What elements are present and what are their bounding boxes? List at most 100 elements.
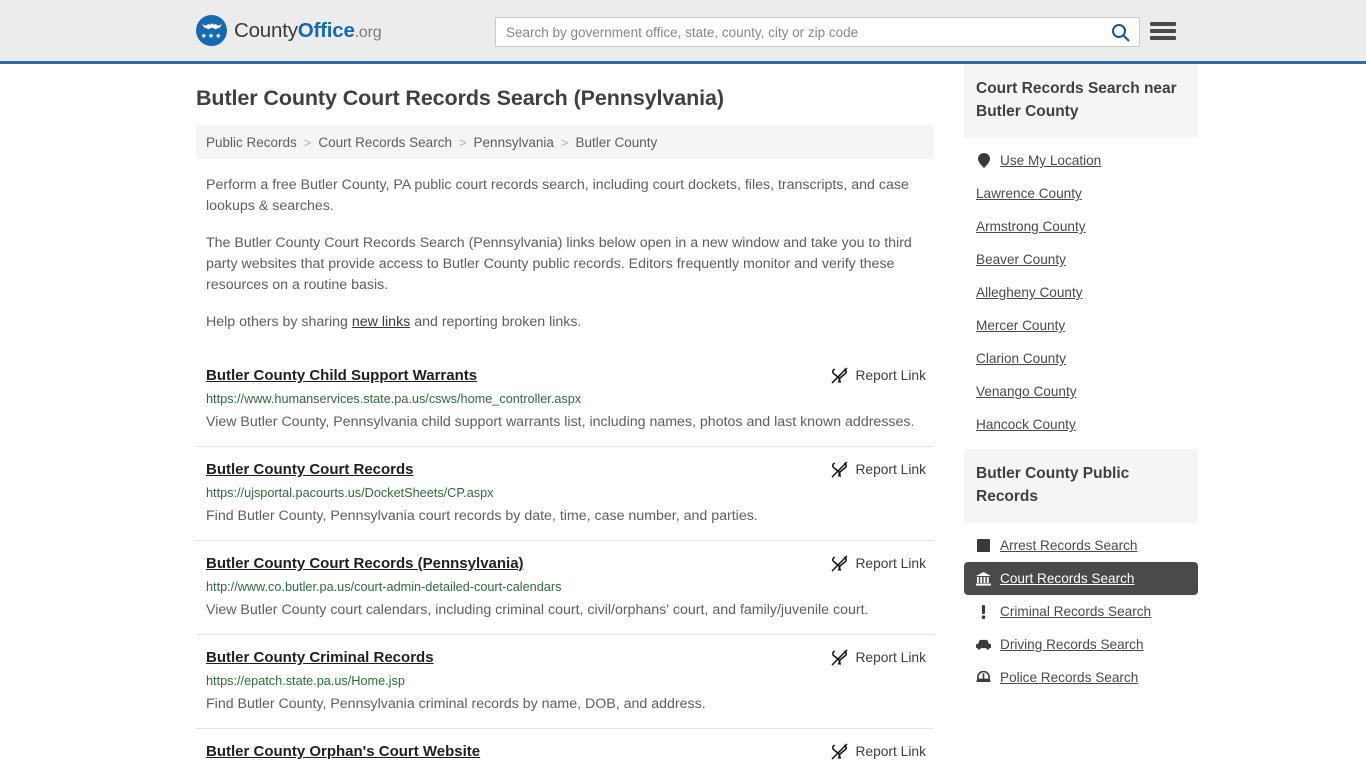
sidebar-item-label: Armstrong County bbox=[976, 219, 1086, 234]
result-description: Find Butler County, Pennsylvania court r… bbox=[206, 508, 758, 524]
brand-part-county: County bbox=[234, 18, 298, 42]
book-icon bbox=[976, 538, 991, 553]
hamburger-bar bbox=[1150, 22, 1176, 26]
sidebar-nearby-venango-county[interactable]: Venango County bbox=[964, 375, 1198, 408]
eagle-glyph bbox=[201, 23, 222, 30]
result-title-link[interactable]: Butler County Criminal Records bbox=[206, 648, 434, 668]
intro-text-after: and reporting broken links. bbox=[410, 314, 582, 330]
result-header: Butler County Criminal Records Report Lin… bbox=[206, 648, 926, 668]
sidebar-item-label: Hancock County bbox=[976, 417, 1076, 432]
sidebar-record-police-records-search[interactable]: Police Records Search bbox=[964, 661, 1198, 694]
brand-wordmark: CountyOffice.org bbox=[234, 18, 382, 43]
report-link-button[interactable]: Report Link bbox=[831, 742, 926, 760]
breadcrumb-separator: > bbox=[303, 134, 312, 150]
site-header: ★★★ CountyOffice.org bbox=[0, 0, 1366, 64]
sidebar-nearby-hancock-county[interactable]: Hancock County bbox=[964, 408, 1198, 441]
exclamation-icon bbox=[976, 604, 991, 619]
report-link-label: Report Link bbox=[855, 368, 926, 383]
result-title-link[interactable]: Butler County Court Records (Pennsylvani… bbox=[206, 554, 524, 574]
new-links-link[interactable]: new links bbox=[352, 314, 410, 330]
breadcrumb-item-4[interactable]: Butler County bbox=[575, 135, 657, 150]
nearby-heading: Court Records Search near Butler County bbox=[964, 64, 1198, 138]
result-url-link[interactable]: http://www.co.butler.pa.us/court-admin-d… bbox=[206, 579, 926, 596]
brand-part-office: Office bbox=[297, 18, 355, 42]
seal-stars: ★★★ bbox=[200, 33, 223, 40]
breadcrumb-item-1[interactable]: Public Records bbox=[206, 135, 297, 150]
nearby-search-block: Court Records Search near Butler County … bbox=[964, 64, 1198, 441]
result-item: Butler County Child Support Warrants Repo… bbox=[196, 353, 934, 446]
hamburger-bar bbox=[1150, 36, 1176, 40]
sidebar-item-label: Court Records Search bbox=[1000, 571, 1135, 586]
breadcrumb: Public Records > Court Records Search > Penn… bbox=[196, 125, 934, 159]
broken-link-icon bbox=[831, 367, 848, 384]
result-header: Butler County Court Records (Pennsylvani… bbox=[206, 554, 926, 574]
hamburger-menu-icon[interactable] bbox=[1150, 20, 1176, 42]
nearby-list: Use My Location Lawrence County Armstrong … bbox=[964, 138, 1198, 441]
result-item: Butler County Orphan's Court Website Repo… bbox=[196, 728, 934, 768]
result-header: Butler County Orphan's Court Website Repo… bbox=[206, 742, 926, 762]
hamburger-bar bbox=[1150, 29, 1176, 33]
result-url-link[interactable]: https://epatch.state.pa.us/Home.jsp bbox=[206, 673, 926, 690]
sidebar-nearby-allegheny-county[interactable]: Allegheny County bbox=[964, 276, 1198, 309]
result-description: View Butler County court calendars, incl… bbox=[206, 602, 869, 618]
report-link-button[interactable]: Report Link bbox=[831, 648, 926, 666]
page-body: Butler County Court Records Search (Penn… bbox=[0, 64, 1366, 768]
map-pin-icon bbox=[976, 153, 991, 168]
result-title-link[interactable]: Butler County Court Records bbox=[206, 460, 414, 480]
result-title-link[interactable]: Butler County Orphan's Court Website bbox=[206, 742, 480, 762]
result-header: Butler County Child Support Warrants Repo… bbox=[206, 366, 926, 386]
result-description: View Butler County, Pennsylvania child s… bbox=[206, 414, 915, 430]
sidebar-nearby-clarion-county[interactable]: Clarion County bbox=[964, 342, 1198, 375]
report-link-label: Report Link bbox=[855, 462, 926, 477]
sidebar: Court Records Search near Butler County … bbox=[964, 64, 1198, 768]
sidebar-nearby-lawrence-county[interactable]: Lawrence County bbox=[964, 177, 1198, 210]
result-title-link[interactable]: Butler County Child Support Warrants bbox=[206, 366, 477, 386]
brand-part-tld: .org bbox=[354, 23, 382, 41]
search-button[interactable] bbox=[1101, 18, 1139, 46]
breadcrumb-item-2[interactable]: Court Records Search bbox=[318, 135, 452, 150]
sidebar-nearby-use-my-location[interactable]: Use My Location bbox=[964, 144, 1198, 177]
result-url-link[interactable]: https://www.humanservices.state.pa.us/cs… bbox=[206, 391, 926, 408]
intro-text-before: Help others by sharing bbox=[206, 314, 352, 330]
sidebar-item-label: Driving Records Search bbox=[1000, 637, 1144, 652]
broken-link-icon bbox=[831, 555, 848, 572]
report-link-label: Report Link bbox=[855, 556, 926, 571]
police-badge-icon bbox=[976, 670, 991, 685]
sidebar-record-arrest-records-search[interactable]: Arrest Records Search bbox=[964, 529, 1198, 562]
sidebar-item-label: Police Records Search bbox=[1000, 670, 1139, 685]
sidebar-record-criminal-records-search[interactable]: Criminal Records Search bbox=[964, 595, 1198, 628]
report-link-button[interactable]: Report Link bbox=[831, 366, 926, 384]
sidebar-nearby-beaver-county[interactable]: Beaver County bbox=[964, 243, 1198, 276]
sidebar-nearby-mercer-county[interactable]: Mercer County bbox=[964, 309, 1198, 342]
broken-link-icon bbox=[831, 649, 848, 666]
sidebar-nearby-armstrong-county[interactable]: Armstrong County bbox=[964, 210, 1198, 243]
public-records-block: Butler County Public Records Arrest Reco… bbox=[964, 449, 1198, 694]
sidebar-record-driving-records-search[interactable]: Driving Records Search bbox=[964, 628, 1198, 661]
result-item: Butler County Criminal Records Report Lin… bbox=[196, 634, 934, 728]
sidebar-record-court-records-search[interactable]: Court Records Search bbox=[964, 562, 1198, 595]
search-input[interactable] bbox=[496, 18, 1101, 46]
site-logo[interactable]: ★★★ CountyOffice.org bbox=[196, 15, 382, 46]
sidebar-item-label: Criminal Records Search bbox=[1000, 604, 1152, 619]
result-url-link[interactable]: https://ujsportal.pacourts.us/DocketShee… bbox=[206, 485, 926, 502]
sidebar-item-label: Use My Location bbox=[1000, 153, 1102, 168]
report-link-label: Report Link bbox=[855, 650, 926, 665]
broken-link-icon bbox=[831, 461, 848, 478]
page-title: Butler County Court Records Search (Penn… bbox=[196, 86, 724, 110]
report-link-button[interactable]: Report Link bbox=[831, 554, 926, 572]
broken-link-icon bbox=[831, 743, 848, 760]
sidebar-item-label: Mercer County bbox=[976, 318, 1066, 333]
report-link-label: Report Link bbox=[855, 744, 926, 759]
sidebar-item-label: Lawrence County bbox=[976, 186, 1082, 201]
breadcrumb-separator: > bbox=[458, 134, 467, 150]
results-list: Butler County Child Support Warrants Repo… bbox=[196, 353, 934, 768]
result-header: Butler County Court Records Report Link bbox=[206, 460, 926, 480]
breadcrumb-item-3[interactable]: Pennsylvania bbox=[474, 135, 554, 150]
intro-paragraph-2: The Butler County Court Records Search (… bbox=[206, 235, 912, 293]
report-link-button[interactable]: Report Link bbox=[831, 460, 926, 478]
intro-section: Perform a free Butler County, PA public … bbox=[196, 175, 934, 333]
sidebar-item-label: Clarion County bbox=[976, 351, 1066, 366]
public-records-list: Arrest Records Search Court Records Searc… bbox=[964, 523, 1198, 694]
sidebar-item-label: Venango County bbox=[976, 384, 1077, 399]
public-records-heading: Butler County Public Records bbox=[964, 449, 1198, 523]
